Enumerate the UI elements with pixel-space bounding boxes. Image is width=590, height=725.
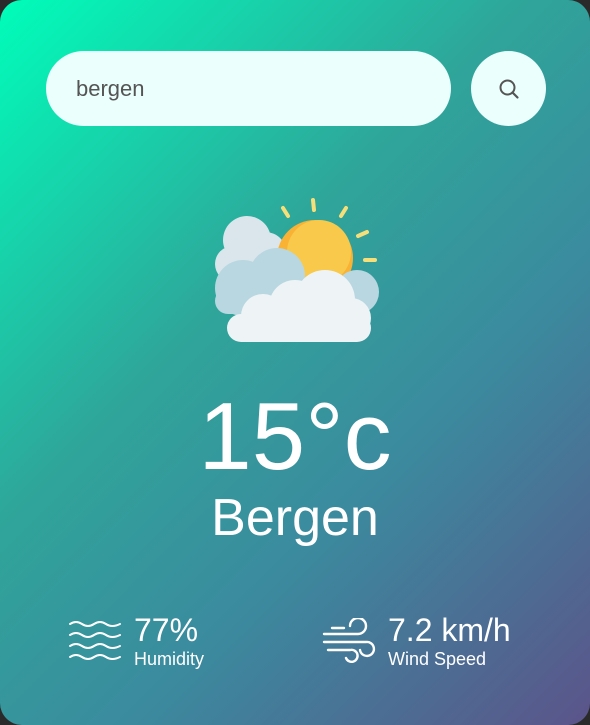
search-icon [499, 79, 519, 99]
city-name: Bergen [211, 489, 379, 547]
humidity-detail: 77% Humidity [68, 612, 204, 670]
wind-text: 7.2 km/h Wind Speed [388, 612, 511, 670]
wind-icon [322, 618, 376, 663]
humidity-waves-icon [69, 621, 121, 660]
temperature: 15°c [198, 383, 392, 490]
wind-label: Wind Speed [388, 649, 487, 669]
search-input[interactable] [46, 51, 451, 126]
humidity-value: 77% [134, 612, 199, 648]
wind-value: 7.2 km/h [388, 612, 511, 648]
wind-detail: 7.2 km/h Wind Speed [322, 612, 511, 670]
humidity-text: 77% Humidity [134, 612, 204, 670]
humidity-label: Humidity [134, 649, 205, 669]
search-button[interactable] [471, 51, 546, 126]
partly-cloudy-sun-icon [215, 198, 379, 342]
weather-card: 15°c Bergen 77% Humidity 7.2 km/h [0, 0, 590, 725]
